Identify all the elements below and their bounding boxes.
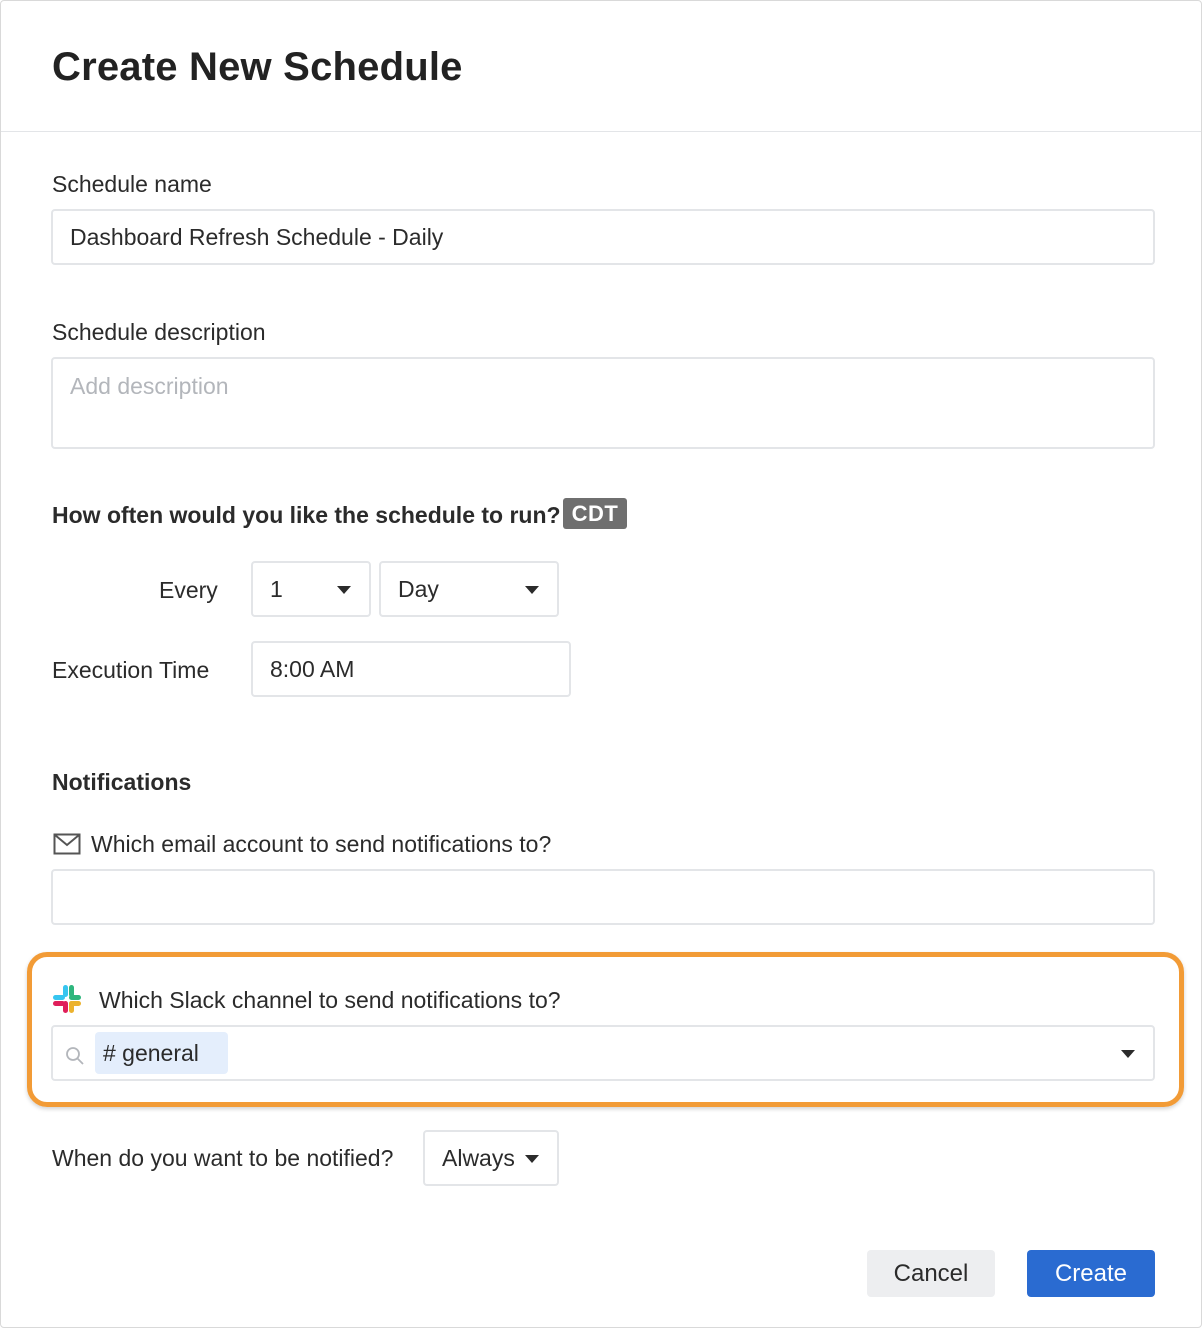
dialog-title: Create New Schedule: [52, 45, 463, 89]
when-notified-label: When do you want to be notified?: [52, 1145, 394, 1171]
cancel-button[interactable]: Cancel: [867, 1250, 995, 1297]
schedule-name-label: Schedule name: [52, 171, 212, 197]
chevron-down-icon: [337, 586, 351, 594]
execution-time-label: Execution Time: [52, 657, 210, 683]
timezone-badge: CDT: [563, 498, 627, 529]
every-label: Every: [159, 577, 218, 603]
schedule-description-input[interactable]: Add description: [51, 357, 1155, 449]
email-input[interactable]: [51, 869, 1155, 925]
slack-icon: [51, 983, 83, 1015]
create-schedule-dialog: Create New Schedule Schedule name Dashbo…: [0, 0, 1202, 1328]
unit-value: Day: [398, 575, 439, 602]
when-notified-value: Always: [442, 1144, 515, 1171]
execution-time-value: 8:00 AM: [270, 655, 355, 682]
schedule-description-placeholder: Add description: [70, 373, 229, 399]
frequency-question: How often would you like the schedule to…: [52, 502, 561, 528]
interval-value: 1: [270, 575, 283, 602]
chevron-down-icon: [525, 1155, 539, 1163]
envelope-icon: [53, 833, 81, 855]
dialog-header: Create New Schedule: [1, 1, 1201, 132]
slack-channel-chip[interactable]: # general: [95, 1032, 228, 1074]
create-button[interactable]: Create: [1027, 1250, 1155, 1297]
chevron-down-icon: [1121, 1050, 1135, 1058]
chevron-down-icon: [525, 586, 539, 594]
when-notified-select[interactable]: Always: [423, 1130, 559, 1186]
email-question: Which email account to send notification…: [91, 831, 552, 857]
execution-time-input[interactable]: 8:00 AM: [251, 641, 571, 697]
search-icon: [65, 1045, 85, 1065]
unit-select[interactable]: Day: [379, 561, 559, 617]
interval-select[interactable]: 1: [251, 561, 371, 617]
schedule-description-label: Schedule description: [52, 319, 266, 345]
schedule-name-input[interactable]: Dashboard Refresh Schedule - Daily: [51, 209, 1155, 265]
notifications-title: Notifications: [52, 769, 192, 795]
slack-question: Which Slack channel to send notification…: [99, 987, 561, 1013]
schedule-name-value: Dashboard Refresh Schedule - Daily: [70, 223, 444, 250]
